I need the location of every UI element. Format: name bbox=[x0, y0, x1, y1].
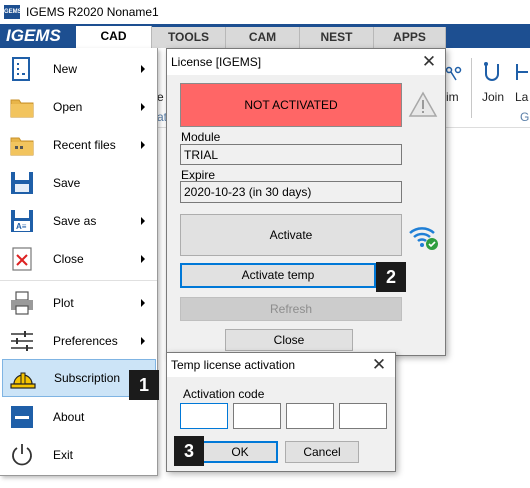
submenu-arrow-icon bbox=[141, 217, 145, 225]
menu-item-label: Plot bbox=[53, 296, 74, 310]
menu-item-preferences[interactable]: Preferences bbox=[0, 322, 157, 360]
menu-item-plot[interactable]: Plot bbox=[0, 284, 157, 322]
menu-item-label: Save bbox=[53, 176, 81, 190]
ribbon-tab-bar: IGEMS CAD TOOLS CAM NEST APPS bbox=[0, 24, 530, 48]
activation-code-input-2[interactable] bbox=[233, 403, 281, 429]
tab-cam[interactable]: CAM bbox=[226, 27, 300, 48]
tab-tools[interactable]: TOOLS bbox=[152, 27, 226, 48]
module-field: TRIAL bbox=[180, 144, 402, 165]
ribbon-fragment-e[interactable]: e bbox=[157, 90, 164, 104]
menu-item-save-as[interactable]: A≡ Save as bbox=[0, 202, 157, 240]
menu-item-save[interactable]: Save bbox=[0, 164, 157, 202]
cancel-button[interactable]: Cancel bbox=[285, 441, 359, 463]
tab-nest[interactable]: NEST bbox=[300, 27, 374, 48]
recent-folder-icon bbox=[10, 137, 34, 156]
close-icon[interactable]: ✕ bbox=[419, 52, 439, 72]
app-icon: IGEMS bbox=[2, 5, 22, 19]
svg-text:A≡: A≡ bbox=[16, 222, 27, 231]
menu-item-label: New bbox=[53, 62, 78, 76]
warning-icon bbox=[408, 91, 438, 117]
activate-temp-button[interactable]: Activate temp bbox=[180, 263, 376, 288]
tab-cad[interactable]: CAD bbox=[76, 26, 152, 48]
window-title: IGEMS R2020 Noname1 bbox=[26, 5, 159, 19]
wifi-connected-icon bbox=[409, 227, 438, 250]
ribbon-fragment-g: G bbox=[520, 110, 530, 124]
menu-item-label: Preferences bbox=[53, 334, 118, 348]
close-file-icon bbox=[12, 247, 32, 271]
menu-item-label: Close bbox=[53, 252, 84, 266]
activation-code-label: Activation code bbox=[183, 387, 265, 401]
menu-item-new[interactable]: New bbox=[0, 50, 157, 88]
activation-code-input-3[interactable] bbox=[286, 403, 334, 429]
menu-item-label: Exit bbox=[53, 448, 74, 462]
menu-item-label: Recent files bbox=[53, 138, 116, 152]
submenu-arrow-icon bbox=[141, 337, 145, 345]
menu-item-close[interactable]: Close bbox=[0, 240, 157, 278]
join-icon[interactable] bbox=[480, 60, 504, 84]
menu-item-label: Open bbox=[53, 100, 83, 114]
license-dialog-title: License [IGEMS] bbox=[167, 49, 445, 75]
license-status-banner: NOT ACTIVATED bbox=[180, 83, 402, 127]
expire-value: 2020-10-23 (in 30 days) bbox=[184, 185, 312, 199]
menu-item-open[interactable]: Open bbox=[0, 88, 157, 126]
ribbon-fragment-la[interactable]: La bbox=[515, 90, 528, 104]
menu-item-label: Save as bbox=[53, 214, 97, 228]
igems-logo[interactable]: IGEMS bbox=[6, 27, 70, 45]
ribbon-separator bbox=[471, 58, 472, 118]
menu-item-exit[interactable]: Exit bbox=[0, 436, 157, 474]
module-value: TRIAL bbox=[184, 147, 219, 162]
expire-label: Expire bbox=[181, 168, 216, 182]
license-dialog: License [IGEMS] ✕ NOT ACTIVATED Module T… bbox=[166, 48, 446, 356]
submenu-arrow-icon bbox=[141, 255, 145, 263]
power-icon bbox=[12, 444, 32, 466]
file-menu: New Open Recent files Save A≡ Save as Cl… bbox=[0, 48, 158, 476]
printer-icon bbox=[11, 291, 33, 315]
expire-field: 2020-10-23 (in 30 days) bbox=[180, 181, 402, 203]
save-as-icon: A≡ bbox=[11, 210, 33, 232]
tab-apps[interactable]: APPS bbox=[374, 27, 446, 48]
about-icon bbox=[11, 406, 33, 428]
license-close-button[interactable]: Close bbox=[225, 329, 353, 351]
activate-button[interactable]: Activate bbox=[180, 214, 402, 256]
title-bar: IGEMS IGEMS R2020 Noname1 bbox=[0, 0, 530, 24]
trim-icon[interactable] bbox=[444, 62, 464, 82]
activation-code-input-4[interactable] bbox=[339, 403, 387, 429]
menu-item-recent-files[interactable]: Recent files bbox=[0, 126, 157, 164]
new-file-icon bbox=[12, 57, 30, 81]
temp-dialog-title: Temp license activation bbox=[167, 353, 395, 377]
activation-code-input-1[interactable] bbox=[180, 403, 228, 429]
callout-step-1: 1 bbox=[129, 370, 159, 400]
submenu-arrow-icon bbox=[141, 141, 145, 149]
save-icon bbox=[11, 172, 33, 194]
menu-divider bbox=[0, 280, 157, 281]
layer-icon[interactable] bbox=[515, 62, 530, 82]
submenu-arrow-icon bbox=[141, 65, 145, 73]
callout-step-2: 2 bbox=[376, 262, 406, 292]
refresh-button[interactable]: Refresh bbox=[180, 297, 402, 321]
sliders-icon bbox=[11, 331, 33, 351]
menu-item-label: Subscription bbox=[54, 371, 121, 385]
close-icon[interactable]: ✕ bbox=[369, 355, 389, 375]
ribbon-fragment-im[interactable]: im bbox=[446, 90, 459, 104]
menu-item-label: About bbox=[53, 410, 85, 424]
callout-step-3: 3 bbox=[174, 436, 204, 466]
hardhat-icon bbox=[10, 372, 36, 389]
submenu-arrow-icon bbox=[141, 299, 145, 307]
ok-button[interactable]: OK bbox=[202, 441, 278, 463]
menu-item-about[interactable]: About bbox=[0, 398, 157, 436]
join-button-label[interactable]: Join bbox=[482, 90, 504, 104]
module-label: Module bbox=[181, 130, 221, 144]
submenu-arrow-icon bbox=[141, 103, 145, 111]
folder-icon bbox=[10, 99, 34, 118]
